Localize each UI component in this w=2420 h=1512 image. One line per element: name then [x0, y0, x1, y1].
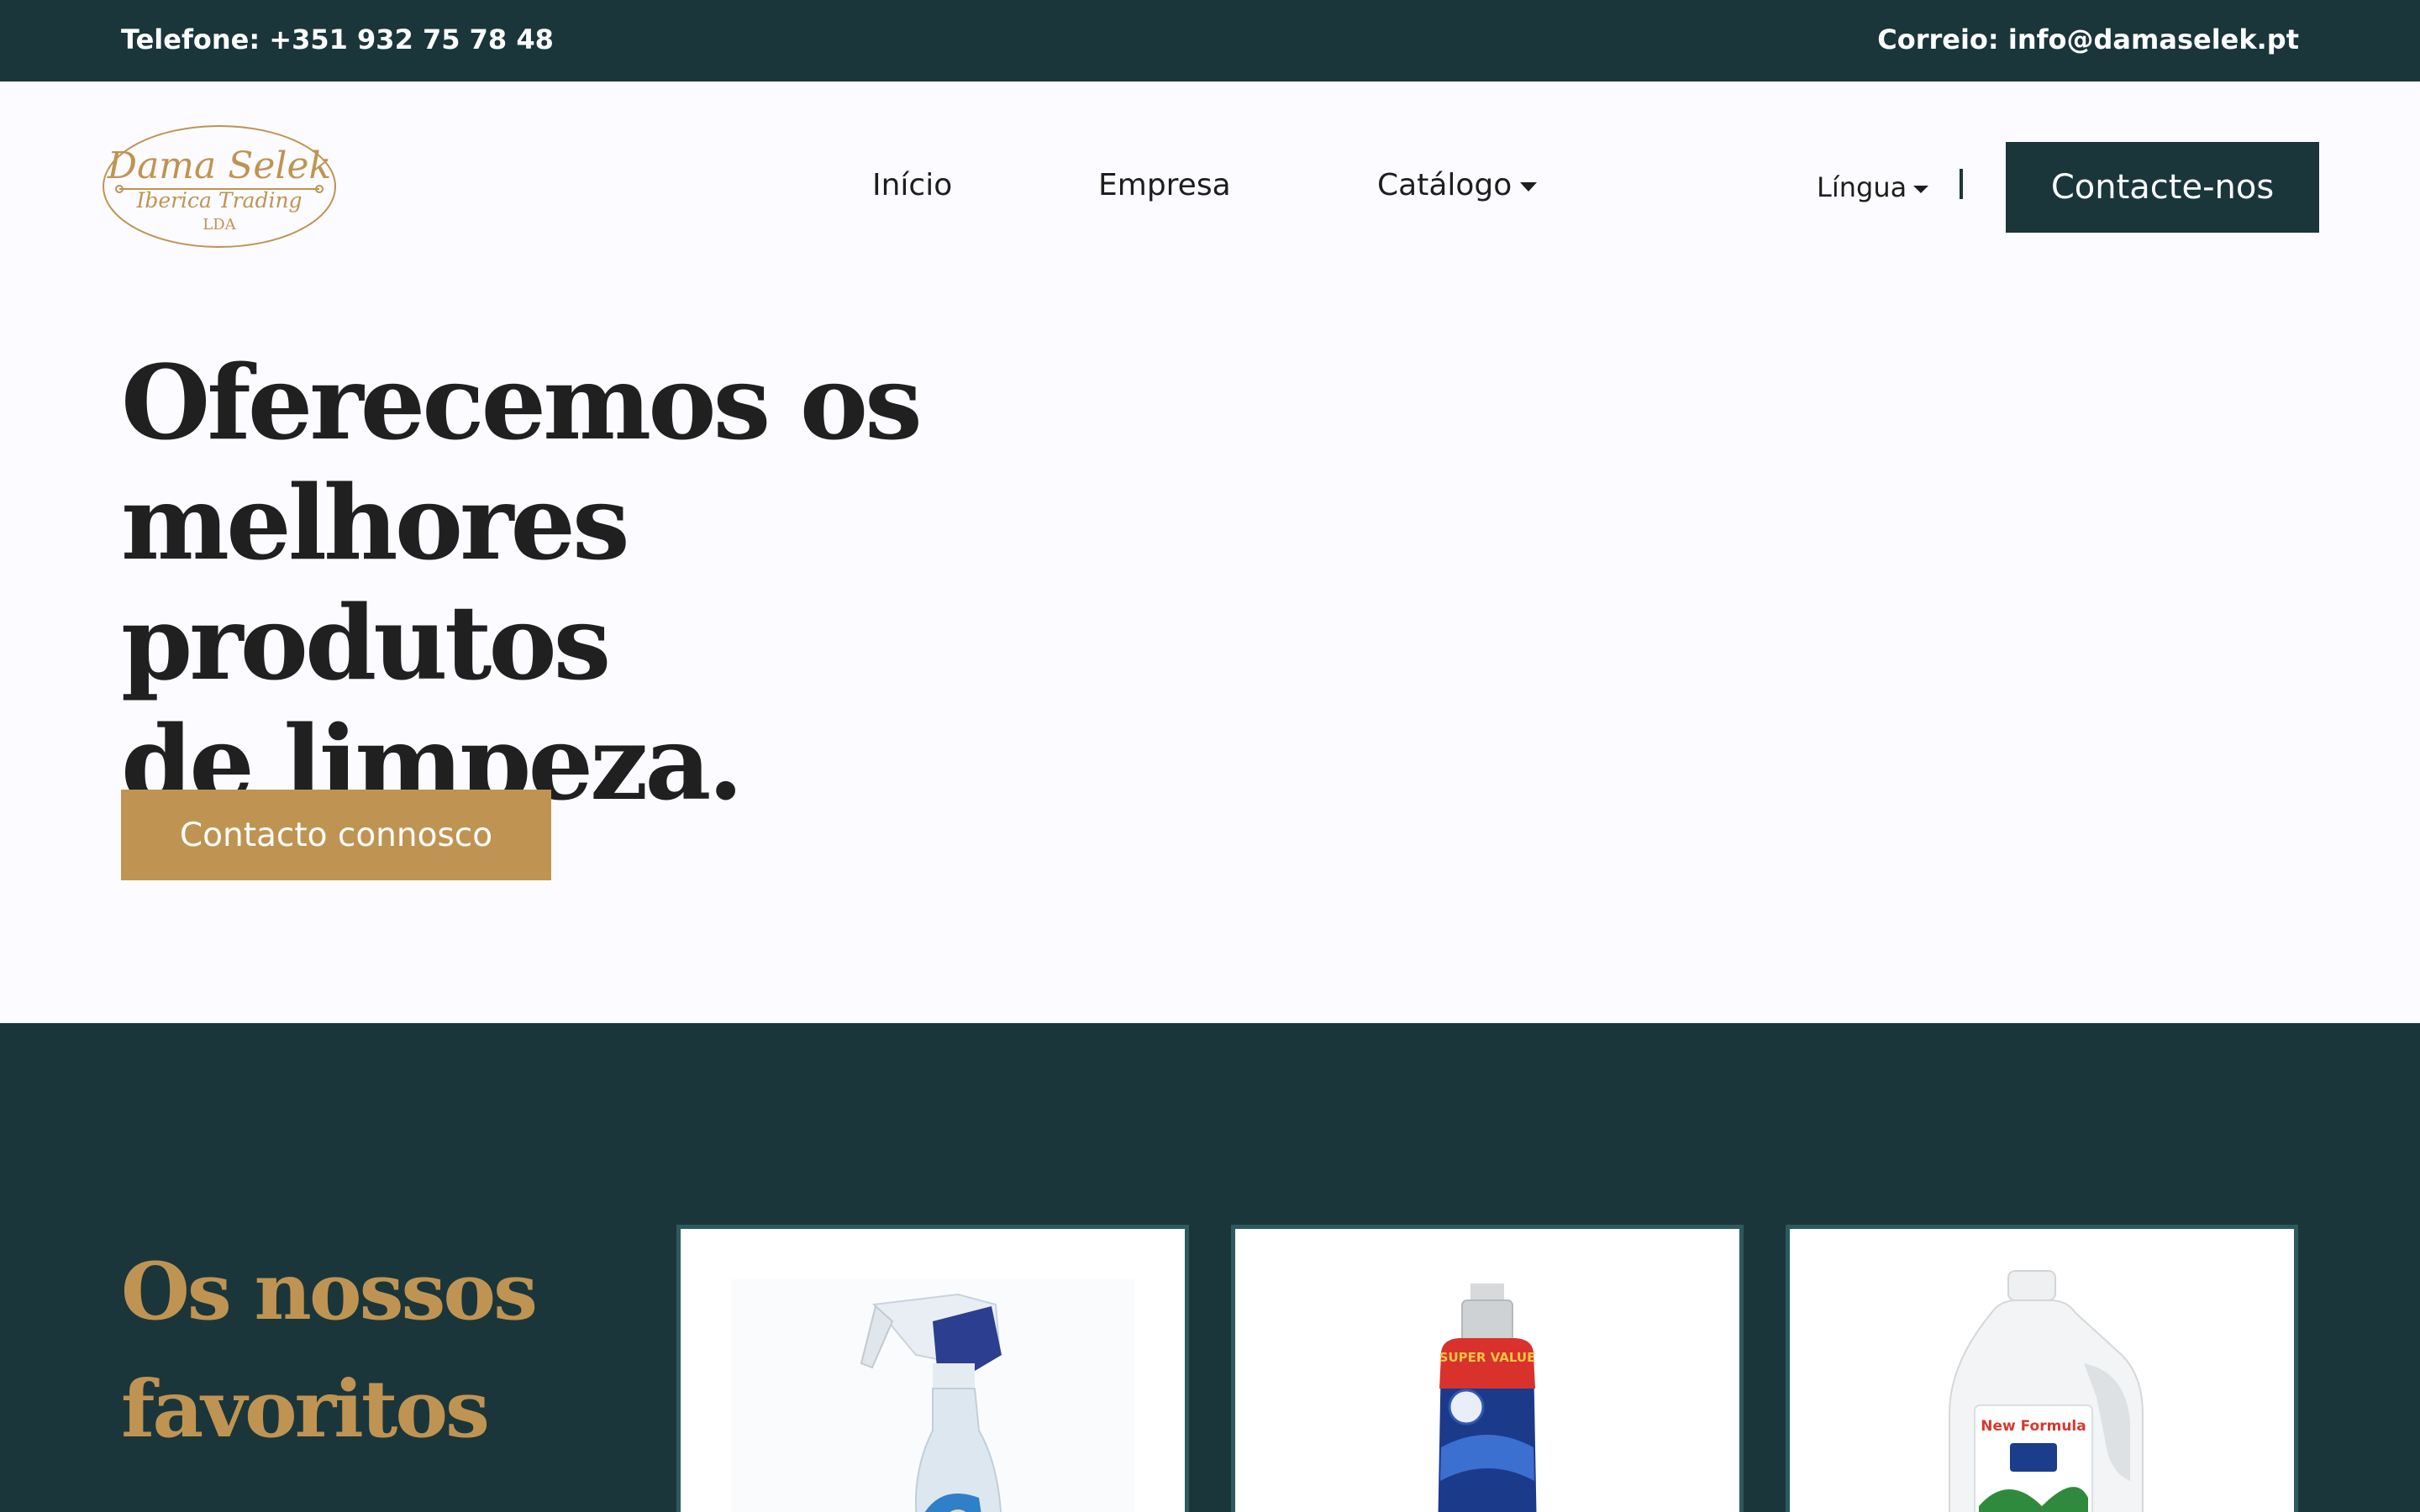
nav-link-inicio[interactable]: Início — [872, 168, 952, 202]
nav-link-catalogo[interactable]: Catálogo — [1377, 168, 1538, 202]
logo-suffix: LDA — [203, 216, 236, 234]
spray-bottle-icon — [731, 1279, 1134, 1512]
favorites-title: Os nossos favoritos — [121, 1233, 625, 1468]
header-divider — [1960, 169, 1963, 199]
logo-name: Dama Selek — [107, 144, 331, 187]
chevron-down-icon — [1913, 185, 1929, 193]
badge-text: New Formula — [1981, 1418, 2086, 1435]
detergent-jug-icon: New Formula — [1949, 1270, 2144, 1512]
hero-title-line: Oferecemos os — [121, 342, 923, 463]
language-selector[interactable]: Língua — [1817, 171, 1929, 203]
favorites-section: Os nossos favoritos SUPER VALUE finis — [0, 1023, 2420, 1512]
phone-number[interactable]: Telefone: +351 932 75 78 48 — [121, 24, 554, 55]
product-card[interactable] — [676, 1225, 1189, 1512]
badge-text: SUPER VALUE — [1439, 1350, 1536, 1365]
hero-title: Oferecemos os melhores produtos de limpe… — [121, 343, 1129, 823]
hero-title-line: melhores produtos — [121, 462, 630, 703]
nav-catalogo-label: Catálogo — [1377, 168, 1512, 202]
finish-bottle-icon: SUPER VALUE finish — [1438, 1284, 1537, 1512]
favorites-title-line: favoritos — [121, 1363, 490, 1456]
brand-logo[interactable]: Dama Selek Iberica Trading LDA — [101, 123, 338, 249]
language-label: Língua — [1817, 171, 1907, 203]
nav-link-empresa[interactable]: Empresa — [1098, 168, 1231, 202]
contact-us-button[interactable]: Contacte-nos — [2006, 142, 2319, 233]
email-address[interactable]: Correio: info@damaselek.pt — [1877, 24, 2299, 55]
product-card[interactable]: New Formula — [1786, 1225, 2298, 1512]
logo-tagline: Iberica Trading — [135, 188, 302, 213]
site-header: Dama Selek Iberica Trading LDA Início Em… — [0, 81, 2420, 291]
contact-cta-button[interactable]: Contacto connosco — [121, 790, 551, 880]
product-card[interactable]: SUPER VALUE finish — [1231, 1225, 1744, 1512]
favorites-title-line: Os nossos — [121, 1246, 538, 1338]
chevron-down-icon — [1520, 181, 1538, 192]
logo-emblem-icon: Dama Selek Iberica Trading LDA — [103, 125, 336, 248]
top-contact-bar: Telefone: +351 932 75 78 48 Correio: inf… — [0, 0, 2420, 81]
